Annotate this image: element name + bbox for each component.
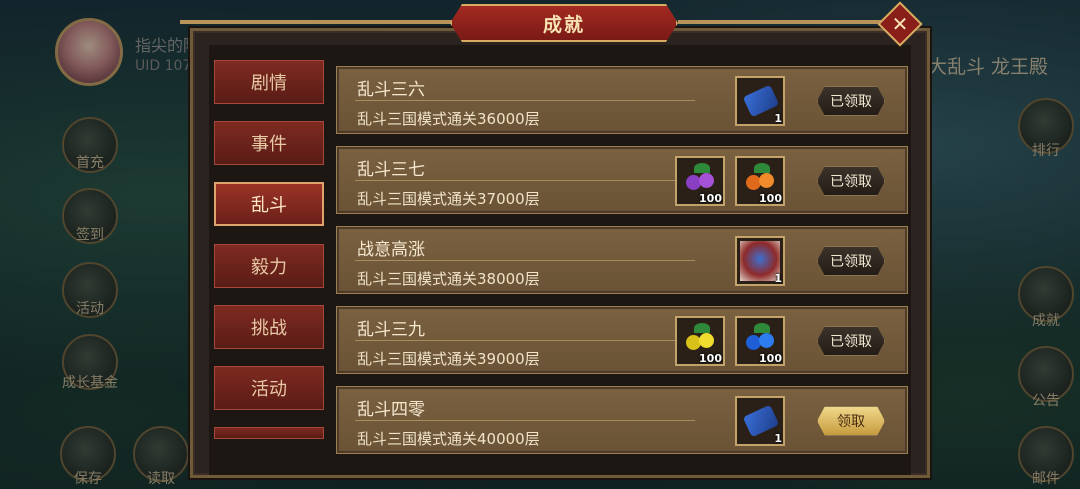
achievement-title: 战意高涨 bbox=[357, 240, 425, 260]
reward-item[interactable]: 100 bbox=[735, 316, 785, 366]
reward-item[interactable]: 1 bbox=[735, 396, 785, 446]
reward-item[interactable]: 100 bbox=[675, 316, 725, 366]
row-divider bbox=[355, 100, 695, 101]
achievement-desc: 乱斗三国模式通关38000层 bbox=[357, 270, 540, 288]
achievement-title: 乱斗三九 bbox=[357, 320, 425, 340]
reward-item[interactable]: 1 bbox=[735, 236, 785, 286]
dialog-title: 成就 bbox=[542, 13, 585, 36]
claimed-button[interactable]: 已领取 bbox=[817, 86, 885, 116]
achievement-row: 乱斗三九 乱斗三国模式通关39000层 100 100 已领取 bbox=[336, 306, 908, 374]
title-ornament-right bbox=[678, 20, 886, 24]
tab-challenge[interactable]: 挑战 bbox=[214, 305, 324, 349]
blue-fruit-icon bbox=[759, 333, 774, 348]
achievement-desc: 乱斗三国模式通关36000层 bbox=[357, 110, 540, 128]
leaf-icon bbox=[754, 163, 770, 173]
achievement-desc: 乱斗三国模式通关40000层 bbox=[357, 430, 540, 448]
achievement-row: 乱斗三七 乱斗三国模式通关37000层 100 100 已领取 bbox=[336, 146, 908, 214]
orange-fruit-icon bbox=[759, 173, 774, 188]
achievement-desc: 乱斗三国模式通关39000层 bbox=[357, 350, 540, 368]
close-icon[interactable]: ✕ bbox=[884, 8, 916, 40]
tab-event[interactable]: 事件 bbox=[214, 121, 324, 165]
row-divider bbox=[355, 260, 695, 261]
achievement-row: 乱斗四零 乱斗三国模式通关40000层 1 领取 bbox=[336, 386, 908, 454]
reward-count: 100 bbox=[699, 352, 722, 365]
reward-count: 1 bbox=[774, 272, 782, 285]
dialog-title-plate: 成就 bbox=[450, 4, 678, 42]
purple-fruit-icon bbox=[699, 173, 714, 188]
reward-count: 1 bbox=[774, 112, 782, 125]
achievement-row: 战意高涨 乱斗三国模式通关38000层 1 已领取 bbox=[336, 226, 908, 294]
achievement-row: 乱斗三六 乱斗三国模式通关36000层 1 已领取 bbox=[336, 66, 908, 134]
claimed-button[interactable]: 已领取 bbox=[817, 246, 885, 276]
reward-item[interactable]: 100 bbox=[675, 156, 725, 206]
reward-item[interactable]: 1 bbox=[735, 76, 785, 126]
reward-count: 100 bbox=[759, 352, 782, 365]
leaf-icon bbox=[754, 323, 770, 333]
row-divider bbox=[355, 420, 695, 421]
title-ornament-left bbox=[180, 20, 455, 24]
row-divider bbox=[355, 340, 695, 341]
achievement-desc: 乱斗三国模式通关37000层 bbox=[357, 190, 540, 208]
tab-activity[interactable]: 活动 bbox=[214, 366, 324, 410]
yellow-fruit-icon bbox=[699, 333, 714, 348]
tab-perseverance[interactable]: 毅力 bbox=[214, 244, 324, 288]
claimed-button[interactable]: 已领取 bbox=[817, 166, 885, 196]
claim-button[interactable]: 领取 bbox=[817, 406, 885, 436]
leaf-icon bbox=[694, 163, 710, 173]
tab-brawl[interactable]: 乱斗 bbox=[214, 182, 324, 226]
claimed-button[interactable]: 已领取 bbox=[817, 326, 885, 356]
tab-story[interactable]: 剧情 bbox=[214, 60, 324, 104]
leaf-icon bbox=[694, 323, 710, 333]
reward-item[interactable]: 100 bbox=[735, 156, 785, 206]
achievement-title: 乱斗三七 bbox=[357, 160, 425, 180]
tab-more[interactable] bbox=[214, 427, 324, 439]
reward-count: 100 bbox=[759, 192, 782, 205]
achievement-title: 乱斗四零 bbox=[357, 400, 425, 420]
row-divider bbox=[355, 180, 695, 181]
reward-count: 100 bbox=[699, 192, 722, 205]
reward-count: 1 bbox=[774, 432, 782, 445]
achievement-title: 乱斗三六 bbox=[357, 80, 425, 100]
